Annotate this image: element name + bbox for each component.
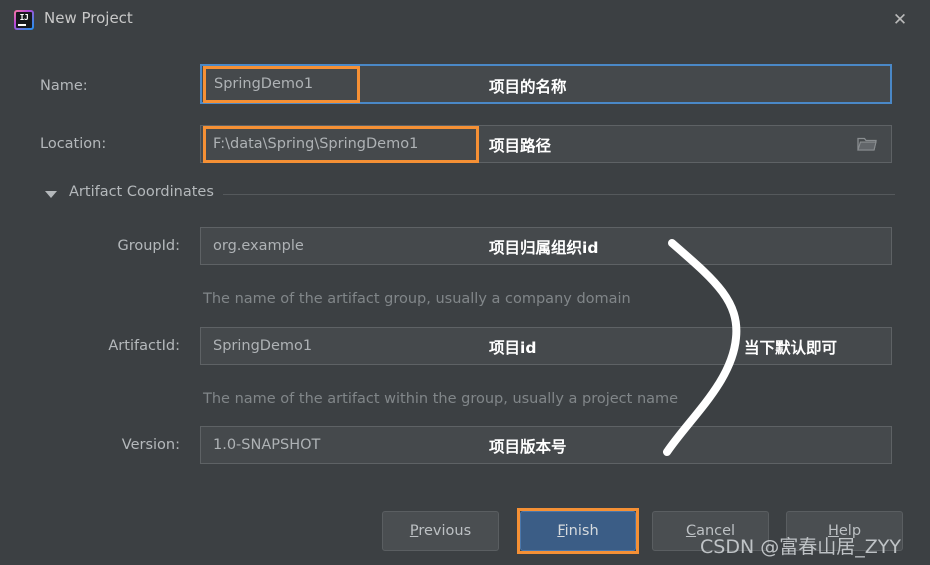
version-annotation: 项目版本号 <box>489 438 567 456</box>
default-note-annotation: 当下默认即可 <box>744 339 838 357</box>
artifactid-label: ArtifactId: <box>108 338 180 354</box>
artifactid-hint: The name of the artifact within the grou… <box>203 391 679 407</box>
artifactid-input-value: SpringDemo1 <box>213 338 313 354</box>
folder-icon[interactable] <box>857 137 877 152</box>
previous-button-label: Previous <box>409 523 472 539</box>
name-annotation: 项目的名称 <box>489 78 567 96</box>
artifact-coordinates-title: Artifact Coordinates <box>69 184 214 200</box>
location-input-value: F:\data\Spring\SpringDemo1 <box>213 136 419 152</box>
dialog-titlebar: IJ New Project ✕ <box>0 0 930 40</box>
groupid-annotation: 项目归属组织id <box>489 239 599 257</box>
location-annotation: 项目路径 <box>489 137 552 155</box>
previous-button[interactable]: Previous <box>382 511 499 551</box>
section-divider <box>223 194 895 195</box>
location-label: Location: <box>40 136 107 152</box>
groupid-label: GroupId: <box>117 238 180 254</box>
groupid-hint: The name of the artifact group, usually … <box>203 291 631 307</box>
finish-button-label: Finish <box>557 523 599 539</box>
version-label: Version: <box>121 437 180 453</box>
version-input-value: 1.0-SNAPSHOT <box>213 437 321 453</box>
watermark-text: CSDN @富春山居_ZYY <box>700 536 901 558</box>
name-label: Name: <box>40 78 88 94</box>
finish-button[interactable]: Finish <box>520 511 636 551</box>
artifactid-annotation: 项目id <box>489 339 537 357</box>
new-project-dialog: IJ New Project ✕ Name: SpringDemo1 项目的名称… <box>0 0 930 565</box>
intellij-idea-icon: IJ <box>14 10 34 30</box>
chevron-down-icon[interactable] <box>45 191 57 198</box>
window-title: New Project <box>44 9 133 27</box>
groupid-input-value: org.example <box>213 238 304 254</box>
close-icon[interactable]: ✕ <box>888 8 912 32</box>
name-input-value: SpringDemo1 <box>214 76 314 92</box>
artifact-coordinates-header[interactable]: Artifact Coordinates <box>45 184 895 204</box>
